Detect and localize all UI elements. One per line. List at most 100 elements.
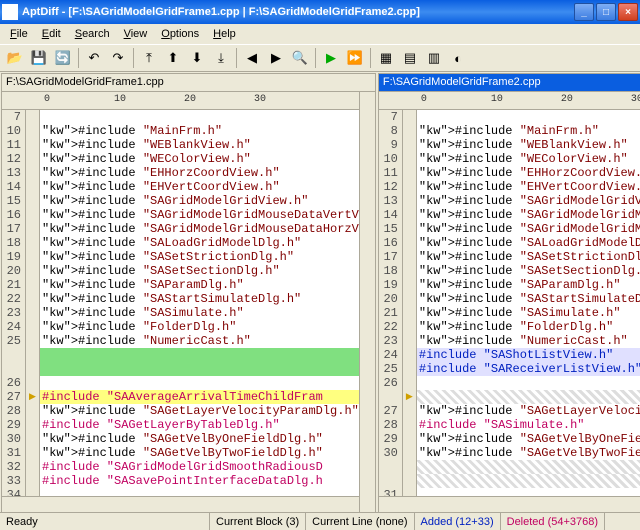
code-line[interactable]: 11"kw">#include "WEBlankView.h" xyxy=(2,138,359,152)
code-line[interactable]: 24"kw">#include "FolderDlg.h" xyxy=(2,320,359,334)
code-line[interactable]: 21"kw">#include "SASimulate.h" xyxy=(379,306,640,320)
code-line[interactable] xyxy=(2,348,359,362)
code-line[interactable]: 12"kw">#include "EHVertCoordView.h" xyxy=(379,180,640,194)
menu-view[interactable]: View xyxy=(118,26,154,42)
code-line[interactable]: 22"kw">#include "SAStartSimulateDlg.h" xyxy=(2,292,359,306)
code-line[interactable]: 7 xyxy=(379,110,640,124)
close-button[interactable]: × xyxy=(618,3,638,21)
search-icon[interactable]: 🔍 xyxy=(289,47,311,69)
last-diff-icon[interactable]: ⤓ xyxy=(210,47,232,69)
code-line[interactable]: 15"kw">#include "SAGridModelGridMouseDat… xyxy=(379,222,640,236)
app-icon xyxy=(2,4,18,20)
left-v-scrollbar[interactable] xyxy=(359,92,375,512)
code-line[interactable]: 25"kw">#include "NumericCast.h" xyxy=(2,334,359,348)
code-line[interactable]: 19"kw">#include "SASetStrictionDlg.h" xyxy=(2,250,359,264)
code-line[interactable]: 29#include "SAGetLayerByTableDlg.h" xyxy=(2,418,359,432)
code-line[interactable]: 18"kw">#include "SALoadGridModelDlg.h" xyxy=(2,236,359,250)
code-line[interactable]: 14"kw">#include "EHVertCoordView.h" xyxy=(2,180,359,194)
menu-file[interactable]: File xyxy=(4,26,34,42)
play-icon[interactable]: ▶ xyxy=(320,47,342,69)
code-line[interactable]: 10"kw">#include "WEColorView.h" xyxy=(379,152,640,166)
status-ready: Ready xyxy=(0,513,210,530)
code-line[interactable]: 33#include "SASavePointInterfaceDataDlg.… xyxy=(2,474,359,488)
menu-bar: File Edit Search View Options Help xyxy=(0,24,640,44)
code-line[interactable]: 8"kw">#include "MainFrm.h" xyxy=(379,124,640,138)
status-deleted: Deleted (54+3768) xyxy=(501,513,605,530)
right-ruler: 0 10 20 30 xyxy=(379,92,640,110)
code-line[interactable]: 11"kw">#include "EHHorzCoordView.h" xyxy=(379,166,640,180)
code-line[interactable]: 17"kw">#include "SAGridModelGridMouseDat… xyxy=(2,222,359,236)
code-line[interactable]: 28"kw">#include "SAGetLayerVelocityParam… xyxy=(2,404,359,418)
code-line[interactable]: 26 xyxy=(2,376,359,390)
code-line[interactable]: 27"kw">#include "SAGetLayerVelocityParam… xyxy=(379,404,640,418)
copy-left-icon[interactable]: ◀ xyxy=(241,47,263,69)
first-diff-icon[interactable]: ⤒ xyxy=(138,47,160,69)
refresh-icon[interactable]: 🔄 xyxy=(52,47,74,69)
code-line[interactable]: 7 xyxy=(2,110,359,124)
code-line[interactable]: 29"kw">#include "SAGetVelByOneFieldDlg.h… xyxy=(379,432,640,446)
code-line[interactable]: 30"kw">#include "SAGetVelByOneFieldDlg.h… xyxy=(2,432,359,446)
code-line[interactable] xyxy=(379,460,640,474)
view-grid2-icon[interactable]: ▤ xyxy=(399,47,421,69)
code-line[interactable]: 23"kw">#include "SASimulate.h" xyxy=(2,306,359,320)
right-code-area[interactable]: 78"kw">#include "MainFrm.h"9"kw">#includ… xyxy=(379,110,640,496)
code-line[interactable]: 22"kw">#include "FolderDlg.h" xyxy=(379,320,640,334)
menu-options[interactable]: Options xyxy=(155,26,205,42)
code-line[interactable]: 14"kw">#include "SAGridModelGridMouseDat… xyxy=(379,208,640,222)
code-line[interactable]: 31 xyxy=(379,488,640,496)
code-line[interactable]: 27▶#include "SAAverageArrivalTimeChildFr… xyxy=(2,390,359,404)
open-icon[interactable]: 📂 xyxy=(4,47,26,69)
code-line[interactable]: 26 xyxy=(379,376,640,390)
code-line[interactable]: ▶ xyxy=(379,390,640,404)
code-line[interactable]: 19"kw">#include "SAParamDlg.h" xyxy=(379,278,640,292)
right-h-scrollbar[interactable] xyxy=(379,496,640,512)
maximize-button[interactable]: □ xyxy=(596,3,616,21)
view-grid1-icon[interactable]: ▦ xyxy=(375,47,397,69)
code-line[interactable]: 18"kw">#include "SASetSectionDlg.h" xyxy=(379,264,640,278)
prev-diff-icon[interactable]: ⬆ xyxy=(162,47,184,69)
code-line[interactable]: 16"kw">#include "SAGridModelGridMouseDat… xyxy=(2,208,359,222)
code-line[interactable]: 25#include "SAReceiverListView.h" xyxy=(379,362,640,376)
code-line[interactable]: 28#include "SASimulate.h" xyxy=(379,418,640,432)
code-line[interactable]: 10"kw">#include "MainFrm.h" xyxy=(2,124,359,138)
code-line[interactable]: 20"kw">#include "SASetSectionDlg.h" xyxy=(2,264,359,278)
right-pane: F:\SAGridModelGridFrame2.cpp 0 10 20 30 … xyxy=(378,73,640,513)
save-icon[interactable]: 💾 xyxy=(28,47,50,69)
code-line[interactable]: 16"kw">#include "SALoadGridModelDlg.h" xyxy=(379,236,640,250)
code-line[interactable]: 17"kw">#include "SASetStrictionDlg.h" xyxy=(379,250,640,264)
code-line[interactable]: 13"kw">#include "SAGridModelGridView.h" xyxy=(379,194,640,208)
redo-icon[interactable]: ↷ xyxy=(107,47,129,69)
minimize-button[interactable]: _ xyxy=(574,3,594,21)
code-line[interactable] xyxy=(2,362,359,376)
left-file-path: F:\SAGridModelGridFrame1.cpp xyxy=(2,74,375,92)
go-icon[interactable]: ⏩ xyxy=(344,47,366,69)
code-line[interactable]: 21"kw">#include "SAParamDlg.h" xyxy=(2,278,359,292)
next-diff-icon[interactable]: ⬇ xyxy=(186,47,208,69)
left-h-scrollbar[interactable] xyxy=(2,496,359,512)
code-line[interactable] xyxy=(379,474,640,488)
title-bar: AptDiff - [F:\SAGridModelGridFrame1.cpp … xyxy=(0,0,640,24)
menu-edit[interactable]: Edit xyxy=(36,26,67,42)
code-line[interactable]: 23"kw">#include "NumericCast.h" xyxy=(379,334,640,348)
code-line[interactable]: 15"kw">#include "SAGridModelGridView.h" xyxy=(2,194,359,208)
left-code-area[interactable]: 710"kw">#include "MainFrm.h"11"kw">#incl… xyxy=(2,110,359,496)
toolbar: 📂 💾 🔄 ↶ ↷ ⤒ ⬆ ⬇ ⤓ ◀ ▶ 🔍 ▶ ⏩ ▦ ▤ ▥ ◐ xyxy=(0,44,640,72)
code-line[interactable]: 32#include "SAGridModelGridSmoothRadious… xyxy=(2,460,359,474)
menu-help[interactable]: Help xyxy=(207,26,242,42)
code-line[interactable]: 20"kw">#include "SAStartSimulateDlg.h" xyxy=(379,292,640,306)
status-line: Current Line (none) xyxy=(306,513,414,530)
toggle-icon[interactable]: ◐ xyxy=(447,47,469,69)
window-title: AptDiff - [F:\SAGridModelGridFrame1.cpp … xyxy=(22,6,574,18)
view-grid3-icon[interactable]: ▥ xyxy=(423,47,445,69)
code-line[interactable]: 24#include "SAShotListView.h" xyxy=(379,348,640,362)
code-line[interactable]: 30"kw">#include "SAGetVelByTwoFieldDlg.h… xyxy=(379,446,640,460)
code-line[interactable]: 9"kw">#include "WEBlankView.h" xyxy=(379,138,640,152)
copy-right-icon[interactable]: ▶ xyxy=(265,47,287,69)
menu-search[interactable]: Search xyxy=(69,26,116,42)
code-line[interactable]: 13"kw">#include "EHHorzCoordView.h" xyxy=(2,166,359,180)
undo-icon[interactable]: ↶ xyxy=(83,47,105,69)
status-bar: Ready Current Block (3) Current Line (no… xyxy=(0,512,640,530)
code-line[interactable]: 34 xyxy=(2,488,359,496)
code-line[interactable]: 12"kw">#include "WEColorView.h" xyxy=(2,152,359,166)
code-line[interactable]: 31"kw">#include "SAGetVelByTwoFieldDlg.h… xyxy=(2,446,359,460)
